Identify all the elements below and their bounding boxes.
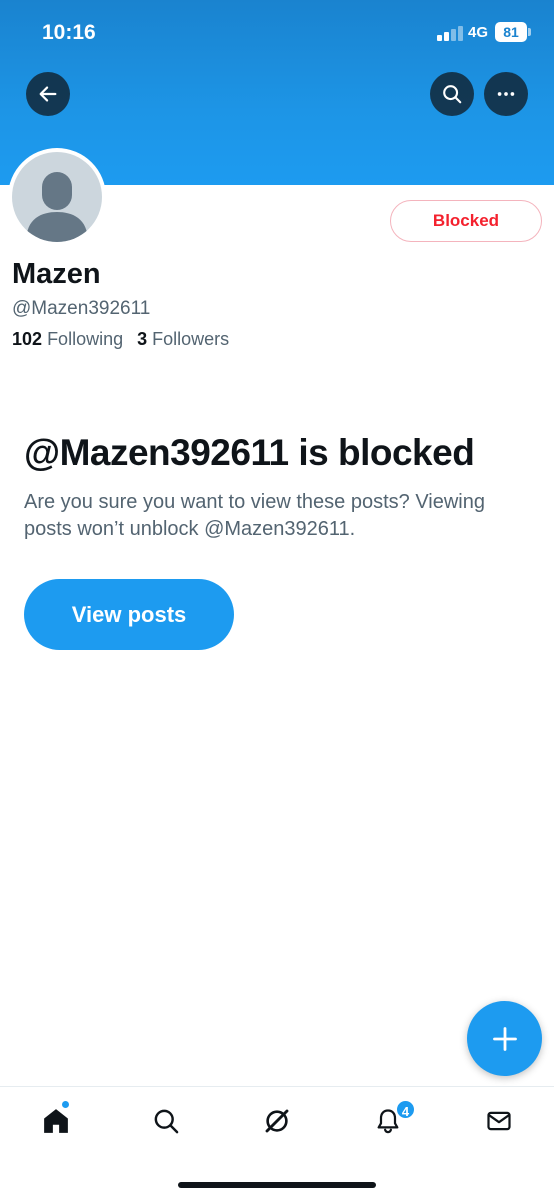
home-unread-dot <box>61 1100 70 1109</box>
blocked-description: Are you sure you want to view these post… <box>24 491 485 540</box>
following-link[interactable]: 102 Following <box>12 329 123 349</box>
arrow-left-icon <box>39 86 57 102</box>
status-time: 10:16 <box>42 21 96 44</box>
following-label: Following <box>47 329 124 349</box>
plus-icon <box>492 1026 517 1051</box>
home-indicator <box>178 1182 376 1188</box>
tab-messages[interactable] <box>479 1103 519 1139</box>
followers-link[interactable]: 3 Followers <box>137 329 229 349</box>
blocked-title: @Mazen392611 is blocked <box>24 432 475 473</box>
search-button[interactable] <box>430 72 474 116</box>
search-icon <box>154 1109 179 1134</box>
notifications-badge: 4 <box>395 1099 416 1120</box>
search-icon <box>443 85 462 104</box>
more-horizontal-icon <box>497 92 515 96</box>
more-button[interactable] <box>484 72 528 116</box>
avatar[interactable] <box>8 148 106 246</box>
tab-search[interactable] <box>146 1103 186 1139</box>
follow-stats: 102 Following 3 Followers <box>12 329 229 350</box>
battery-level: 81 <box>495 22 527 42</box>
view-posts-button[interactable]: View posts <box>24 579 234 650</box>
compose-button[interactable] <box>467 1001 542 1076</box>
signal-icon <box>437 25 463 41</box>
grok-icon <box>265 1109 289 1133</box>
status-bar: 10:16 4G 81 <box>0 0 554 66</box>
default-avatar-icon <box>12 152 102 242</box>
followers-label: Followers <box>152 329 230 349</box>
tab-home[interactable] <box>36 1103 76 1139</box>
tab-grok[interactable] <box>257 1103 297 1139</box>
user-handle: @Mazen392611 <box>12 298 151 319</box>
back-button[interactable] <box>26 72 70 116</box>
battery-icon: 81 <box>495 22 531 42</box>
mail-icon <box>487 1111 511 1131</box>
display-name: Mazen <box>12 258 101 290</box>
blocked-button[interactable]: Blocked <box>390 200 542 242</box>
following-count: 102 <box>12 329 43 349</box>
network-type: 4G <box>468 24 489 41</box>
home-icon <box>44 1109 68 1133</box>
followers-count: 3 <box>137 329 148 349</box>
